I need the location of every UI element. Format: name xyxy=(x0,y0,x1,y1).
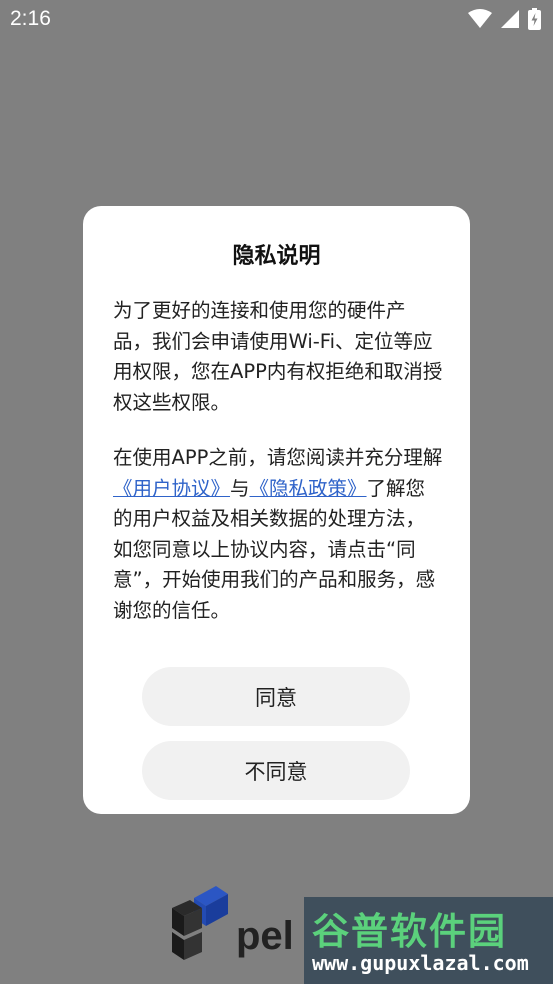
dialog-title: 隐私说明 xyxy=(232,244,321,269)
status-time: 2:16 xyxy=(10,7,51,30)
disagree-button[interactable]: 不同意 xyxy=(142,741,410,800)
paragraph-text-middle: 与 xyxy=(230,476,250,500)
status-bar: 2:16 xyxy=(0,0,553,38)
watermark-url: www.gupuxlazal.com xyxy=(312,951,529,975)
paragraph-text-before: 在使用APP之前，请您阅读并充分理解 xyxy=(113,446,443,469)
privacy-dialog: 隐私说明 为了更好的连接和使用您的硬件产品，我们会申请使用Wi-Fi、定位等应用… xyxy=(83,206,470,814)
status-icons xyxy=(468,8,541,30)
cube-logo-icon xyxy=(172,886,228,960)
watermark: 谷普软件园 www.gupuxlazal.com xyxy=(304,897,553,984)
dialog-paragraph-permissions: 为了更好的连接和使用您的硬件产品，我们会申请使用Wi-Fi、定位等应用权限，您在… xyxy=(113,299,443,414)
wifi-icon xyxy=(468,9,492,29)
battery-charging-icon xyxy=(528,8,541,30)
user-agreement-link[interactable]: 《用户协议》 xyxy=(113,477,230,500)
privacy-policy-link[interactable]: 《隐私政策》 xyxy=(250,477,367,500)
agree-button[interactable]: 同意 xyxy=(142,667,410,726)
logo-text: pel xyxy=(236,914,294,958)
dialog-paragraph-agreement: 在使用APP之前，请您阅读并充分理解《用户协议》与《隐私政策》了解您的用户权益及… xyxy=(113,443,443,626)
signal-icon xyxy=(500,9,520,29)
dialog-body: 为了更好的连接和使用您的硬件产品，我们会申请使用Wi-Fi、定位等应用权限，您在… xyxy=(113,296,443,626)
app-logo: pel xyxy=(168,880,308,970)
watermark-title: 谷普软件园 xyxy=(312,910,507,953)
